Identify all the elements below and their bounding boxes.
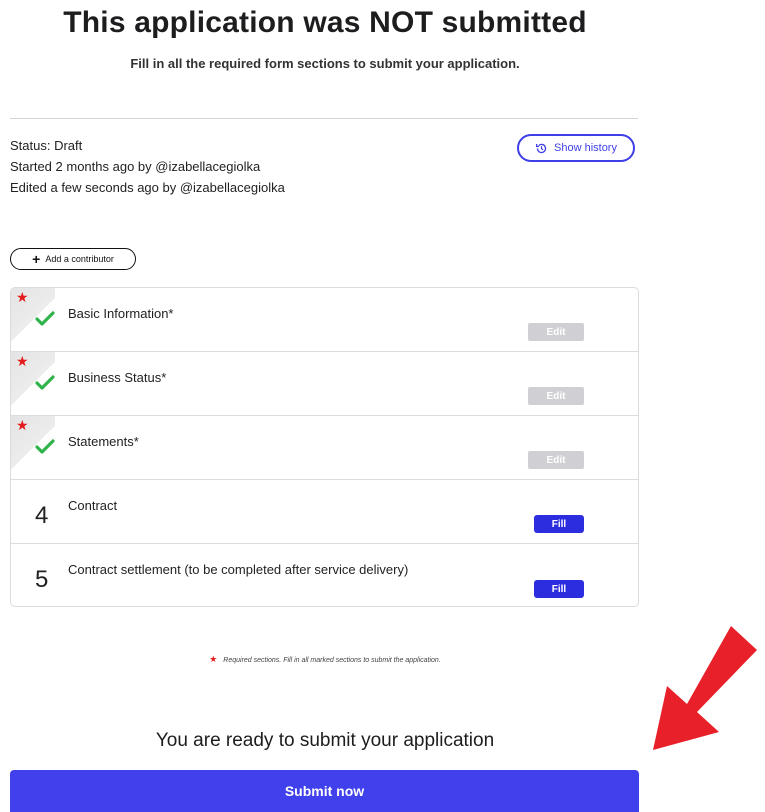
edit-button[interactable]: Edit (528, 387, 584, 405)
required-star-icon: ★ (16, 417, 29, 433)
status-text: Status: Draft (10, 138, 83, 153)
form-sections-list: ★ Basic Information* Edit ★ Business Sta… (10, 287, 639, 607)
section-label: Business Status* (68, 370, 167, 385)
required-star-icon: ★ (16, 289, 29, 305)
section-row-business-status[interactable]: ★ Business Status* Edit (11, 352, 638, 416)
show-history-label: Show history (554, 142, 617, 154)
section-row-statements[interactable]: ★ Statements* Edit (11, 416, 638, 480)
section-number: 4 (35, 502, 49, 529)
section-row-contract-settlement[interactable]: 5 Contract settlement (to be completed a… (11, 544, 638, 606)
required-star-icon: ★ (16, 353, 29, 369)
checkmark-icon (35, 375, 55, 390)
fill-button[interactable]: Fill (534, 515, 584, 533)
divider (10, 118, 638, 119)
required-star-icon: ★ (209, 654, 218, 664)
section-row-basic-information[interactable]: ★ Basic Information* Edit (11, 288, 638, 352)
edited-text: Edited a few seconds ago by @izabellaceg… (10, 180, 285, 195)
checkmark-icon (35, 439, 55, 454)
add-contributor-button[interactable]: + Add a contributor (10, 248, 136, 270)
page-title: This application was NOT submitted (63, 6, 587, 39)
ready-to-submit-heading: You are ready to submit your application (155, 730, 495, 751)
section-label: Contract (68, 498, 118, 513)
section-label: Basic Information* (68, 306, 174, 321)
red-arrow-icon (653, 626, 757, 750)
edit-button[interactable]: Edit (528, 323, 584, 341)
section-label: Contract settlement (to be completed aft… (68, 562, 409, 577)
submit-now-button[interactable]: Submit now (10, 770, 639, 812)
page-subtitle: Fill in all the required form sections t… (130, 56, 520, 71)
required-note-text: Required sections. Fill in all marked se… (223, 657, 441, 664)
fill-button[interactable]: Fill (534, 580, 584, 598)
plus-icon: + (32, 251, 41, 267)
add-contributor-label: Add a contributor (45, 254, 114, 264)
section-label: Statements* (68, 434, 139, 449)
show-history-button[interactable]: Show history (517, 134, 635, 162)
started-text: Started 2 months ago by @izabellacegiolk… (10, 159, 261, 174)
checkmark-icon (35, 311, 55, 326)
required-sections-note: ★ Required sections. Fill in all marked s… (0, 654, 650, 665)
edit-button[interactable]: Edit (528, 451, 584, 469)
history-icon (535, 143, 547, 153)
section-number: 5 (35, 566, 49, 593)
section-row-contract[interactable]: 4 Contract Fill (11, 480, 638, 544)
